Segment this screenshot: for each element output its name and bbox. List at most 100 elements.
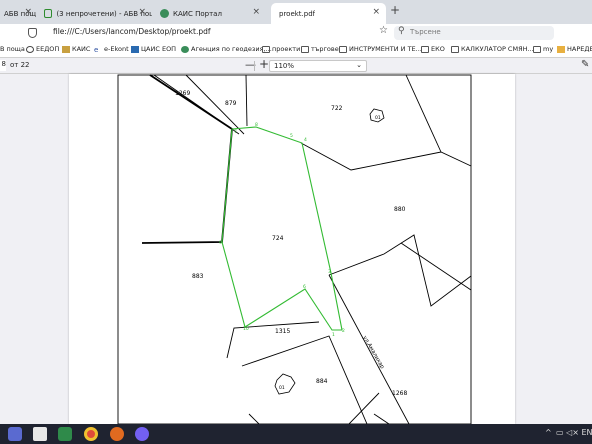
vertex-label: 10	[243, 326, 249, 332]
bookmark-label: e-Ekont	[104, 45, 129, 53]
boundary-line	[245, 74, 248, 127]
bookmark-folder-calculator[interactable]: КАЛКУЛАТОР СМЯН...	[451, 45, 534, 53]
boundary-line	[248, 413, 260, 424]
boundary-line	[241, 335, 368, 424]
tab-label: proekt.pdf	[279, 9, 316, 18]
zoom-select[interactable]: 110% ⌄	[269, 60, 367, 72]
close-icon[interactable]: ×	[372, 7, 380, 17]
folder-icon	[262, 45, 270, 53]
bookmark-label: ИНСТРУМЕНТИ И ТЕ...	[349, 45, 422, 53]
tab-abv-unread[interactable]: (3 непрочетени) - АБВ поща ×	[40, 3, 152, 24]
search-field[interactable]: ⚲ Търсене	[394, 26, 554, 40]
chrome-icon[interactable]	[84, 427, 98, 441]
bookmark-e-ekont[interactable]: e e-Ekont	[94, 45, 129, 54]
tab-proekt-pdf[interactable]: proekt.pdf ×	[271, 3, 386, 24]
boundary-line	[405, 74, 442, 153]
bookmark-label: my	[543, 45, 554, 53]
bookmark-abv-mail[interactable]: В поща	[0, 45, 25, 53]
bookmark-label: КАИС	[72, 45, 91, 53]
eop-icon	[131, 45, 139, 53]
bookmark-label: ЕКО	[431, 45, 445, 53]
bookmark-eedop[interactable]: ЕЕДОП	[26, 45, 59, 53]
house-icon	[44, 9, 53, 18]
bookmark-star-icon[interactable]: ☆	[379, 25, 388, 36]
url-field[interactable]: file:///C:/Users/lancom/Desktop/proekt.p…	[53, 27, 211, 36]
tray-icons[interactable]: ▭ ◁× ENG	[556, 428, 592, 437]
vertex-label: 9	[219, 240, 222, 246]
kais-icon	[62, 45, 70, 53]
parcel-label: 884	[316, 378, 328, 385]
vertex-label: 4	[304, 137, 307, 143]
bookmark-label: ЦАИС ЕОП	[141, 45, 177, 53]
zoom-in-button[interactable]: +	[259, 57, 269, 71]
tab-label: КАИС Портал	[173, 9, 222, 18]
vertex-label: 2	[342, 328, 345, 334]
pdf-viewer[interactable]: 1269 879 722 01 880 724 883 1315 884 01 …	[0, 74, 592, 424]
vertex-label: 8	[255, 122, 258, 128]
pencil-icon[interactable]: ✎	[581, 59, 589, 70]
kais-icon	[160, 9, 169, 18]
bookmark-label: КАЛКУЛАТОР СМЯН...	[461, 45, 534, 53]
folder-icon	[339, 45, 347, 53]
page-number-input[interactable]: 8	[0, 60, 6, 71]
taskbar: ^ ▭ ◁× ENG	[0, 424, 592, 444]
close-icon[interactable]: ×	[138, 7, 146, 17]
folder-icon	[533, 45, 541, 53]
pdf-page: 1269 879 722 01 880 724 883 1315 884 01 …	[69, 74, 515, 424]
parcel-label: 879	[225, 100, 237, 107]
vertex-label: 7	[234, 129, 237, 135]
bookmark-folder-my[interactable]: my	[533, 45, 553, 53]
zoom-value: 110%	[274, 62, 295, 70]
tray-arrow-icon[interactable]: ^	[545, 428, 552, 437]
parcel-label: 724	[272, 235, 284, 242]
navigation-toolbar: file:///C:/Users/lancom/Desktop/proekt.p…	[0, 24, 592, 42]
tab-kais-portal[interactable]: КАИС Портал ×	[156, 3, 266, 24]
folder-icon	[557, 45, 565, 53]
folder-icon	[421, 45, 429, 53]
shield-icon[interactable]	[28, 28, 37, 38]
pdf-toolbar: 8 от 22 — + 110% ⌄ ✎	[0, 57, 592, 74]
tab-abv-mail[interactable]: АБВ поща ×	[0, 3, 36, 24]
bookmark-folder-naredbi[interactable]: НАРЕДБ...	[557, 45, 592, 53]
boundary-line	[400, 242, 472, 291]
boundary-line	[226, 321, 320, 359]
bookmark-folder-projects[interactable]: проекти	[262, 45, 300, 53]
bookmark-label: Агенция по геодезия,...	[191, 45, 272, 53]
parcel-label: 1268	[392, 390, 407, 397]
close-icon[interactable]: ×	[24, 7, 32, 17]
tab-bar: АБВ поща × (3 непрочетени) - АБВ поща × …	[0, 0, 592, 24]
folder-icon	[301, 45, 309, 53]
vertex-label: 1	[332, 332, 335, 338]
bookmark-label: търгове	[311, 45, 339, 53]
firefox-icon[interactable]	[110, 427, 124, 441]
bookmark-label: НАРЕДБ...	[567, 45, 592, 53]
chevron-down-icon: ⌄	[356, 61, 362, 69]
bookmark-kais[interactable]: КАИС	[62, 45, 90, 53]
bookmark-folder-eko[interactable]: ЕКО	[421, 45, 445, 53]
parcel-label: 722	[331, 105, 343, 112]
bookmark-geodesy-agency[interactable]: Агенция по геодезия,...	[181, 45, 272, 53]
bookmark-label: проекти	[272, 45, 301, 53]
bookmark-folder-instruments[interactable]: ИНСТРУМЕНТИ И ТЕ...	[339, 45, 422, 53]
folder-icon	[451, 45, 459, 53]
viber-icon[interactable]	[135, 427, 149, 441]
ekont-icon: e	[94, 45, 99, 54]
teams-icon[interactable]	[8, 427, 22, 441]
bookmarks-bar: В поща ЕЕДОП КАИС e e-Ekont ЦАИС ЕОП Аген…	[0, 42, 592, 58]
search-placeholder: Търсене	[410, 28, 441, 36]
boundary-line	[348, 392, 380, 424]
app-icon[interactable]	[33, 427, 47, 441]
vertex-label: 5	[290, 133, 293, 139]
parcel-boundaries	[117, 74, 472, 424]
bookmark-label: В поща	[0, 45, 25, 53]
bookmark-cais-eop[interactable]: ЦАИС ЕОП	[131, 45, 176, 53]
app-icon[interactable]	[58, 427, 72, 441]
close-icon[interactable]: ×	[252, 7, 260, 17]
new-tab-button[interactable]: +	[390, 3, 400, 17]
vertex-label: 3	[328, 269, 331, 275]
bookmark-folder-tenders[interactable]: търгове	[301, 45, 339, 53]
thick-boundary-line	[141, 74, 233, 244]
map-frame	[117, 74, 472, 424]
cadastral-map: 1269 879 722 01 880 724 883 1315 884 01 …	[117, 74, 472, 424]
building-outline	[274, 373, 296, 395]
